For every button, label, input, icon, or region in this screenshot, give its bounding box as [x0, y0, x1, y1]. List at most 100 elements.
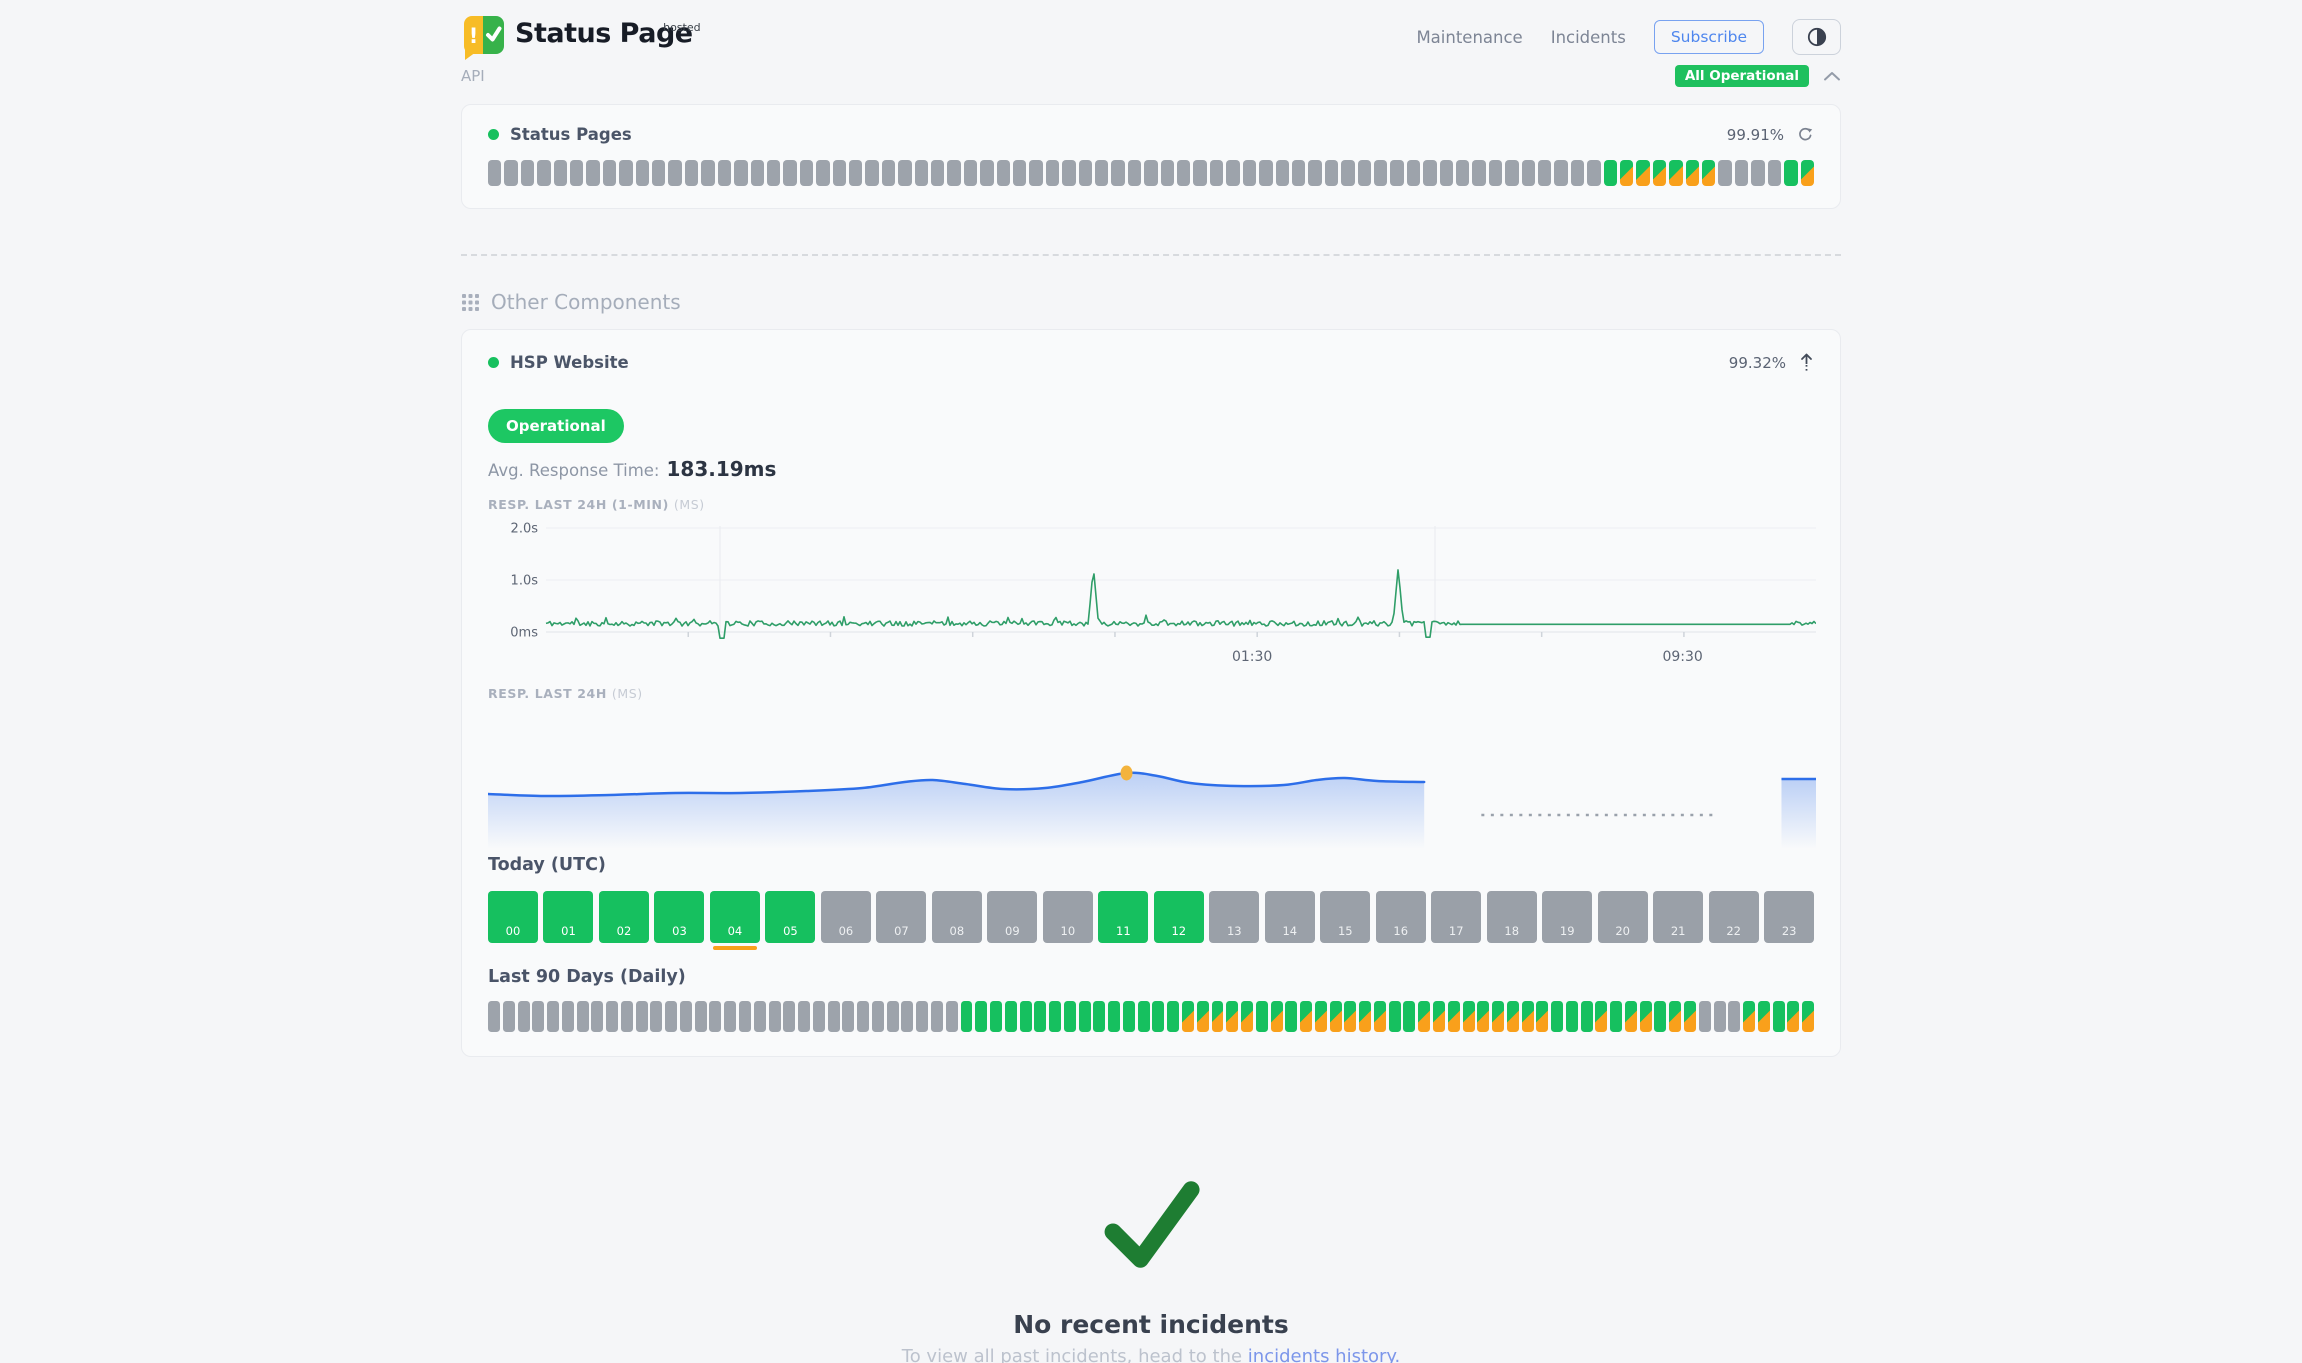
uptime-bar[interactable] — [537, 160, 550, 186]
uptime-bar[interactable] — [1325, 160, 1338, 186]
theme-toggle-button[interactable] — [1792, 19, 1841, 55]
uptime-bar[interactable] — [1034, 1001, 1046, 1032]
uptime-bar[interactable] — [1620, 160, 1633, 186]
uptime-bar[interactable] — [1505, 160, 1518, 186]
uptime-bar[interactable] — [488, 1001, 500, 1032]
uptime-bar[interactable] — [1492, 1001, 1504, 1032]
uptime-bar[interactable] — [1330, 1001, 1342, 1032]
uptime-bar[interactable] — [1571, 160, 1584, 186]
uptime-bar[interactable] — [1625, 1001, 1637, 1032]
uptime-bar[interactable] — [603, 160, 616, 186]
uptime-bar[interactable] — [554, 160, 567, 186]
uptime-bar[interactable] — [1418, 1001, 1430, 1032]
uptime-bar[interactable] — [1212, 1001, 1224, 1032]
uptime-bar[interactable] — [947, 160, 960, 186]
uptime-bar[interactable] — [931, 160, 944, 186]
uptime-bar[interactable] — [1758, 1001, 1770, 1032]
uptime-bar[interactable] — [734, 160, 747, 186]
uptime-bar[interactable] — [1702, 160, 1715, 186]
uptime-bar[interactable] — [1787, 1001, 1799, 1032]
uptime-bar[interactable] — [1144, 160, 1157, 186]
uptime-bar[interactable] — [754, 1001, 766, 1032]
uptime-bar[interactable] — [1226, 1001, 1238, 1032]
uptime-bar[interactable] — [1300, 1001, 1312, 1032]
uptime-bar[interactable] — [1374, 1001, 1386, 1032]
uptime-bar[interactable] — [1046, 160, 1059, 186]
uptime-bar[interactable] — [997, 160, 1010, 186]
uptime-bar[interactable] — [990, 1001, 1002, 1032]
uptime-bar[interactable] — [1507, 1001, 1519, 1032]
refresh-icon[interactable] — [1797, 126, 1814, 143]
uptime-bar[interactable] — [1256, 1001, 1268, 1032]
uptime-bar[interactable] — [1013, 160, 1026, 186]
uptime-bar[interactable] — [931, 1001, 943, 1032]
hour-block-03[interactable]: 03 — [654, 891, 704, 943]
uptime-bar[interactable] — [1064, 1001, 1076, 1032]
uptime-bar[interactable] — [1095, 160, 1108, 186]
uptime-bar[interactable] — [1243, 160, 1256, 186]
uptime-bar[interactable] — [1714, 1001, 1726, 1032]
uptime-bar[interactable] — [1472, 160, 1485, 186]
uptime-bar[interactable] — [1640, 1001, 1652, 1032]
uptime-bar[interactable] — [1595, 1001, 1607, 1032]
uptime-bar[interactable] — [1210, 160, 1223, 186]
uptime-bar[interactable] — [570, 160, 583, 186]
uptime-bar[interactable] — [1784, 160, 1797, 186]
uptime-bar[interactable] — [1566, 1001, 1578, 1032]
uptime-bar[interactable] — [650, 1001, 662, 1032]
uptime-bar[interactable] — [1448, 1001, 1460, 1032]
hour-block-23[interactable]: 23 — [1764, 891, 1814, 943]
uptime-bar[interactable] — [724, 1001, 736, 1032]
uptime-bar[interactable] — [1538, 160, 1551, 186]
hour-block-04[interactable]: 04 — [710, 891, 760, 943]
uptime-bar[interactable] — [518, 1001, 530, 1032]
uptime-bar[interactable] — [577, 1001, 589, 1032]
hour-block-02[interactable]: 02 — [599, 891, 649, 943]
uptime-bar[interactable] — [1718, 160, 1731, 186]
uptime-bar[interactable] — [695, 1001, 707, 1032]
uptime-bar[interactable] — [1005, 1001, 1017, 1032]
uptime-bar[interactable] — [1773, 1001, 1785, 1032]
uptime-bar[interactable] — [1177, 160, 1190, 186]
uptime-bar[interactable] — [1684, 1001, 1696, 1032]
uptime-bar[interactable] — [521, 160, 534, 186]
uptime-bar[interactable] — [1768, 160, 1781, 186]
uptime-bar[interactable] — [1161, 160, 1174, 186]
uptime-bar[interactable] — [783, 160, 796, 186]
uptime-bar[interactable] — [1536, 1001, 1548, 1032]
uptime-bar[interactable] — [1167, 1001, 1179, 1032]
hour-block-15[interactable]: 15 — [1320, 891, 1370, 943]
uptime-bar[interactable] — [1138, 1001, 1150, 1032]
uptime-bar[interactable] — [1604, 160, 1617, 186]
uptime-bar[interactable] — [901, 1001, 913, 1032]
hour-block-22[interactable]: 22 — [1709, 891, 1759, 943]
uptime-bar[interactable] — [1358, 160, 1371, 186]
uptime-bar[interactable] — [916, 1001, 928, 1032]
uptime-bar[interactable] — [1728, 1001, 1740, 1032]
uptime-bar[interactable] — [872, 1001, 884, 1032]
uptime-bar[interactable] — [1271, 1001, 1283, 1032]
uptime-bar[interactable] — [1522, 1001, 1534, 1032]
uptime-bar[interactable] — [1743, 1001, 1755, 1032]
uptime-bar[interactable] — [1197, 1001, 1209, 1032]
uptime-bar[interactable] — [1049, 1001, 1061, 1032]
uptime-bar[interactable] — [882, 160, 895, 186]
uptime-bar[interactable] — [1440, 160, 1453, 186]
uptime-bar[interactable] — [1801, 160, 1814, 186]
uptime-bar[interactable] — [1699, 1001, 1711, 1032]
uptime-bar[interactable] — [636, 160, 649, 186]
uptime-bar[interactable] — [975, 1001, 987, 1032]
uptime-bar[interactable] — [964, 160, 977, 186]
uptime-bar[interactable] — [504, 160, 517, 186]
uptime-bar[interactable] — [1522, 160, 1535, 186]
uptime-bar[interactable] — [887, 1001, 899, 1032]
uptime-bar[interactable] — [1489, 160, 1502, 186]
hour-block-10[interactable]: 10 — [1043, 891, 1093, 943]
hour-block-19[interactable]: 19 — [1542, 891, 1592, 943]
uptime-bar[interactable] — [828, 1001, 840, 1032]
uptime-bar[interactable] — [668, 160, 681, 186]
uptime-bar[interactable] — [1276, 160, 1289, 186]
hour-block-12[interactable]: 12 — [1154, 891, 1204, 943]
uptime-bar[interactable] — [961, 1001, 973, 1032]
uptime-bar[interactable] — [857, 1001, 869, 1032]
